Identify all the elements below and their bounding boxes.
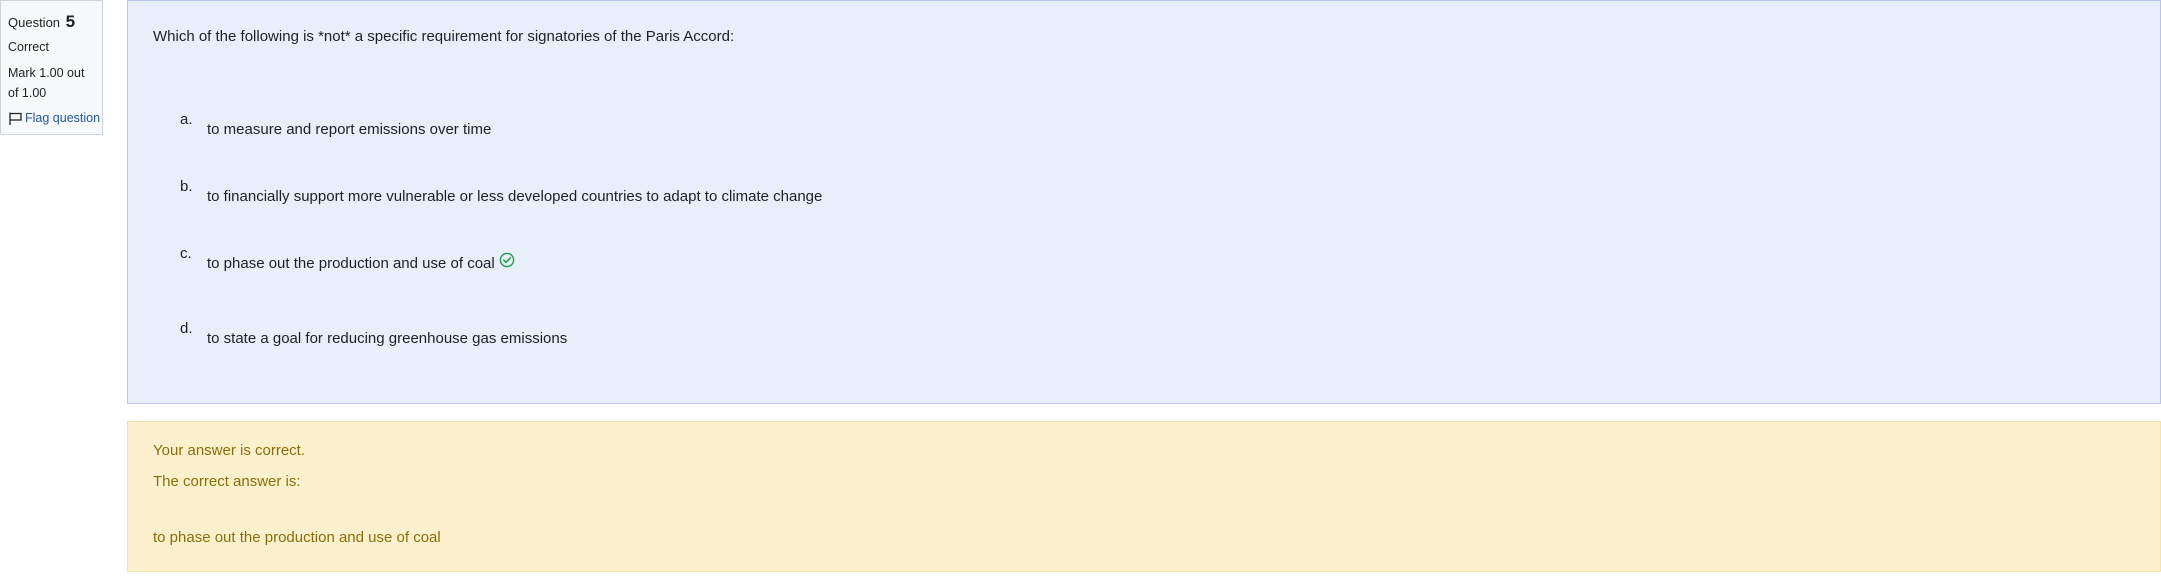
feedback-panel: Your answer is correct. The correct answ… (127, 421, 2161, 572)
question-grade: Mark 1.00 out of 1.00 (8, 65, 85, 100)
answer-letter: d. (180, 320, 193, 337)
question-text: Which of the following is *not* a specif… (153, 28, 735, 45)
answer-letter: a. (180, 111, 193, 128)
feedback-result: Your answer is correct. (153, 442, 306, 459)
question-state: Correct (8, 40, 49, 55)
correct-answer-text: to phase out the production and use of c… (153, 529, 441, 546)
question-info-panel: Question 5 Correct Mark 1.00 out of 1.00… (0, 0, 103, 135)
answer-text: to phase out the production and use of c… (207, 255, 495, 272)
check-circle-icon (499, 252, 515, 271)
answer-option-b[interactable]: b. to financially support more vulnerabl… (180, 179, 822, 204)
answer-option-a[interactable]: a. to measure and report emissions over … (180, 112, 491, 137)
answer-letter: c. (180, 245, 192, 262)
answer-option-d[interactable]: d. to state a goal for reducing greenhou… (180, 321, 567, 346)
answer-text: to measure and report emissions over tim… (207, 121, 492, 138)
quiz-review-page: Question 5 Correct Mark 1.00 out of 1.00… (0, 0, 2161, 588)
correct-answer-label: The correct answer is: (153, 473, 301, 490)
answer-text: to financially support more vulnerable o… (207, 188, 823, 205)
question-number: 5 (65, 12, 76, 31)
answer-option-c[interactable]: c. to phase out the production and use o… (180, 246, 515, 275)
question-content: Which of the following is *not* a specif… (127, 0, 2161, 404)
flag-question-label: Flag question (25, 110, 101, 125)
question-number-heading: Question 5 (8, 9, 95, 35)
flag-icon (8, 111, 23, 126)
question-label: Question (8, 15, 61, 30)
answer-letter: b. (180, 178, 193, 195)
answer-text: to state a goal for reducing greenhouse … (207, 330, 568, 347)
flag-question-link[interactable]: Flag question (8, 109, 100, 128)
